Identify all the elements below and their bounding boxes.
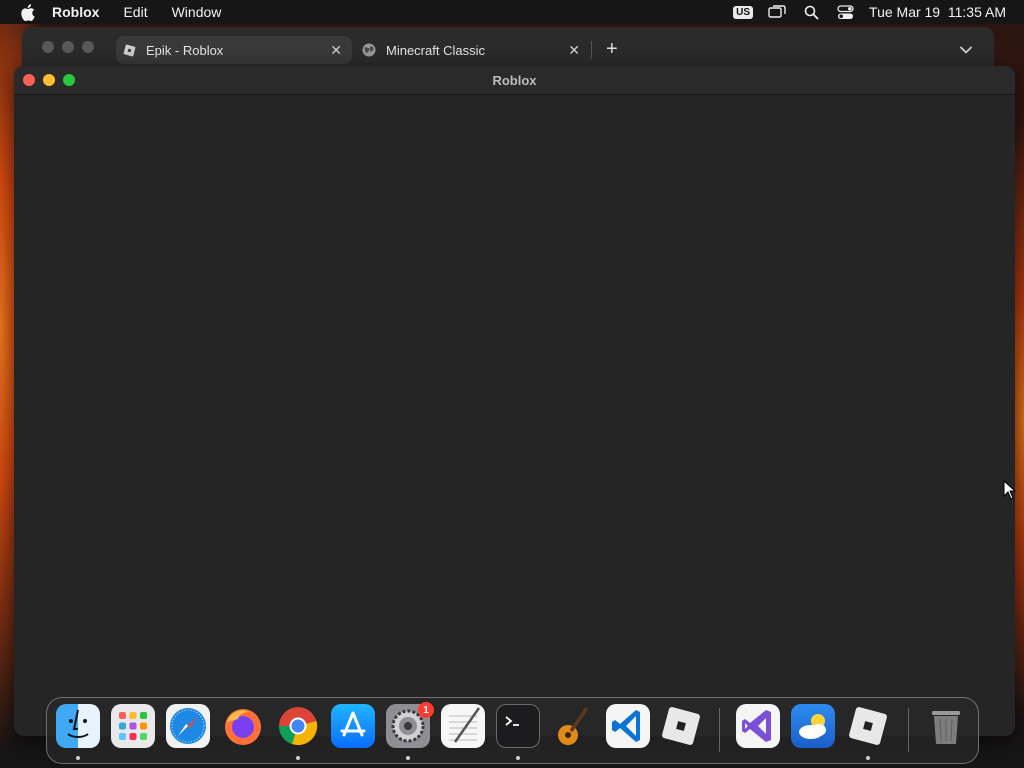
vscode-icon[interactable]	[606, 704, 650, 748]
terminal-icon[interactable]	[496, 704, 540, 748]
control-center-icon[interactable]	[835, 4, 855, 20]
finder-icon[interactable]	[56, 704, 100, 748]
weather-icon[interactable]	[791, 704, 835, 748]
roblox-window: Roblox	[14, 66, 1015, 736]
launchpad-icon[interactable]	[111, 704, 155, 748]
app-store-icon[interactable]	[331, 704, 375, 748]
dock-separator	[719, 708, 720, 752]
running-indicator	[866, 756, 870, 760]
menu-bar: Roblox Edit Window US Tue Mar 19 11:35 A…	[0, 0, 1024, 24]
tab-title: Minecraft Classic	[386, 42, 485, 58]
running-indicator	[296, 756, 300, 760]
apple-icon[interactable]	[18, 3, 36, 21]
running-indicator	[406, 756, 410, 760]
new-tab-icon[interactable]: +	[606, 39, 618, 59]
system-settings-icon[interactable]: 1	[386, 702, 434, 748]
menubar-clock[interactable]: Tue Mar 19 11:35 AM	[869, 4, 1006, 20]
roblox-app-icon[interactable]	[659, 704, 703, 748]
close-icon[interactable]: ✕	[568, 42, 580, 59]
notification-badge: 1	[418, 702, 434, 718]
tab-epik-roblox[interactable]: Epik - Roblox ✕	[116, 36, 352, 64]
menu-edit[interactable]: Edit	[123, 4, 147, 20]
menu-app-name[interactable]: Roblox	[52, 4, 99, 20]
firefox-icon[interactable]	[221, 704, 265, 748]
window-zoom-button[interactable]	[63, 74, 75, 86]
tab-minecraft-classic[interactable]: Minecraft Classic ✕	[356, 36, 590, 64]
safari-icon[interactable]	[166, 704, 210, 748]
close-icon[interactable]: ✕	[330, 42, 342, 59]
dock-separator	[908, 708, 909, 752]
roblox-icon	[122, 43, 136, 57]
chevron-down-icon[interactable]	[960, 41, 972, 59]
input-source-indicator[interactable]: US	[733, 5, 754, 19]
dock: 1	[46, 697, 979, 764]
garageband-icon[interactable]	[551, 704, 595, 748]
visual-studio-icon[interactable]	[736, 704, 780, 748]
chrome-icon[interactable]	[276, 704, 320, 748]
browser-zoom-button[interactable]	[82, 41, 94, 53]
globe-icon	[362, 43, 376, 57]
mouse-cursor-icon	[1003, 479, 1017, 505]
tab-divider	[591, 41, 592, 59]
tab-title: Epik - Roblox	[146, 42, 224, 58]
running-indicator	[516, 756, 520, 760]
window-minimize-button[interactable]	[43, 74, 55, 86]
menubar-status-area: US Tue Mar 19 11:35 AM	[733, 0, 1006, 24]
search-icon[interactable]	[801, 4, 821, 20]
window-close-button[interactable]	[23, 74, 35, 86]
window-titlebar[interactable]: Roblox	[14, 66, 1015, 95]
browser-minimize-button[interactable]	[62, 41, 74, 53]
screen-mirroring-icon[interactable]	[767, 4, 787, 20]
roblox-content-area[interactable]	[14, 95, 1015, 736]
browser-close-button[interactable]	[42, 41, 54, 53]
trash-icon[interactable]	[924, 704, 968, 748]
menu-window[interactable]: Window	[172, 4, 222, 20]
window-title: Roblox	[492, 72, 537, 88]
running-indicator	[76, 756, 80, 760]
roblox-studio-icon[interactable]	[846, 704, 890, 748]
textedit-icon[interactable]	[441, 704, 485, 748]
